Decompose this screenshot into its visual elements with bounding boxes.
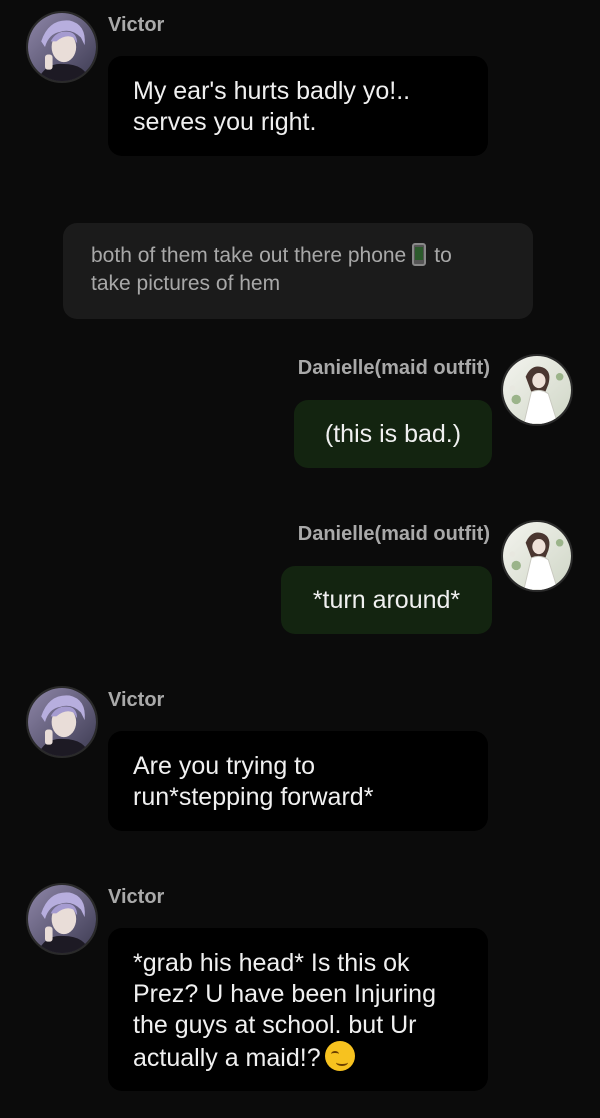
message-bubble[interactable]: Are you trying to run*stepping forward*: [108, 731, 488, 831]
message-bubble[interactable]: *turn around*: [281, 566, 492, 634]
avatar-danielle[interactable]: [501, 354, 573, 426]
message-bubble[interactable]: *grab his head* Is this ok Prez? U have …: [108, 928, 488, 1091]
avatar-victor[interactable]: [26, 11, 98, 83]
sender-name: Victor: [108, 886, 165, 908]
avatar-victor-image: [28, 688, 96, 756]
avatar-danielle-image: [503, 522, 571, 590]
message-text-line: *grab his head* Is this ok: [133, 949, 410, 977]
message-text-line: the guys at school. but Ur: [133, 1011, 417, 1039]
sender-name: Victor: [108, 689, 165, 711]
message-text-line: serves you right.: [133, 108, 317, 136]
smirking-face-icon: [324, 1041, 355, 1071]
sender-name: Danielle(maid outfit): [297, 523, 490, 545]
message-bubble[interactable]: My ear's hurts badly yo!.. serves you ri…: [108, 56, 488, 156]
narration-text: to: [434, 244, 452, 267]
sender-name: Victor: [108, 14, 165, 36]
sender-name: Danielle(maid outfit): [297, 357, 490, 379]
narration-text-line: take pictures of hem: [91, 272, 281, 295]
avatar-victor-image: [28, 13, 96, 81]
narration-text-line: both of them take out there phone to: [91, 242, 505, 270]
message-bubble[interactable]: (this is bad.): [294, 400, 492, 468]
message-text: actually a maid!?: [133, 1044, 321, 1072]
avatar-danielle[interactable]: [501, 520, 573, 592]
message-text-line: Prez? U have been Injuring: [133, 980, 436, 1008]
avatar-danielle-image: [503, 356, 571, 424]
message-text-line: Are you trying to: [133, 752, 316, 780]
avatar-victor-image: [28, 885, 96, 953]
phone-icon: [412, 243, 427, 266]
message-text-line: run*stepping forward*: [133, 783, 374, 811]
avatar-victor[interactable]: [26, 883, 98, 955]
message-text-line: actually a maid!?: [133, 1041, 463, 1074]
avatar-victor[interactable]: [26, 686, 98, 758]
narration-text: both of them take out there phone: [91, 244, 407, 267]
message-text-line: My ear's hurts badly yo!..: [133, 77, 411, 105]
narration-bubble[interactable]: both of them take out there phone to take…: [63, 223, 533, 319]
